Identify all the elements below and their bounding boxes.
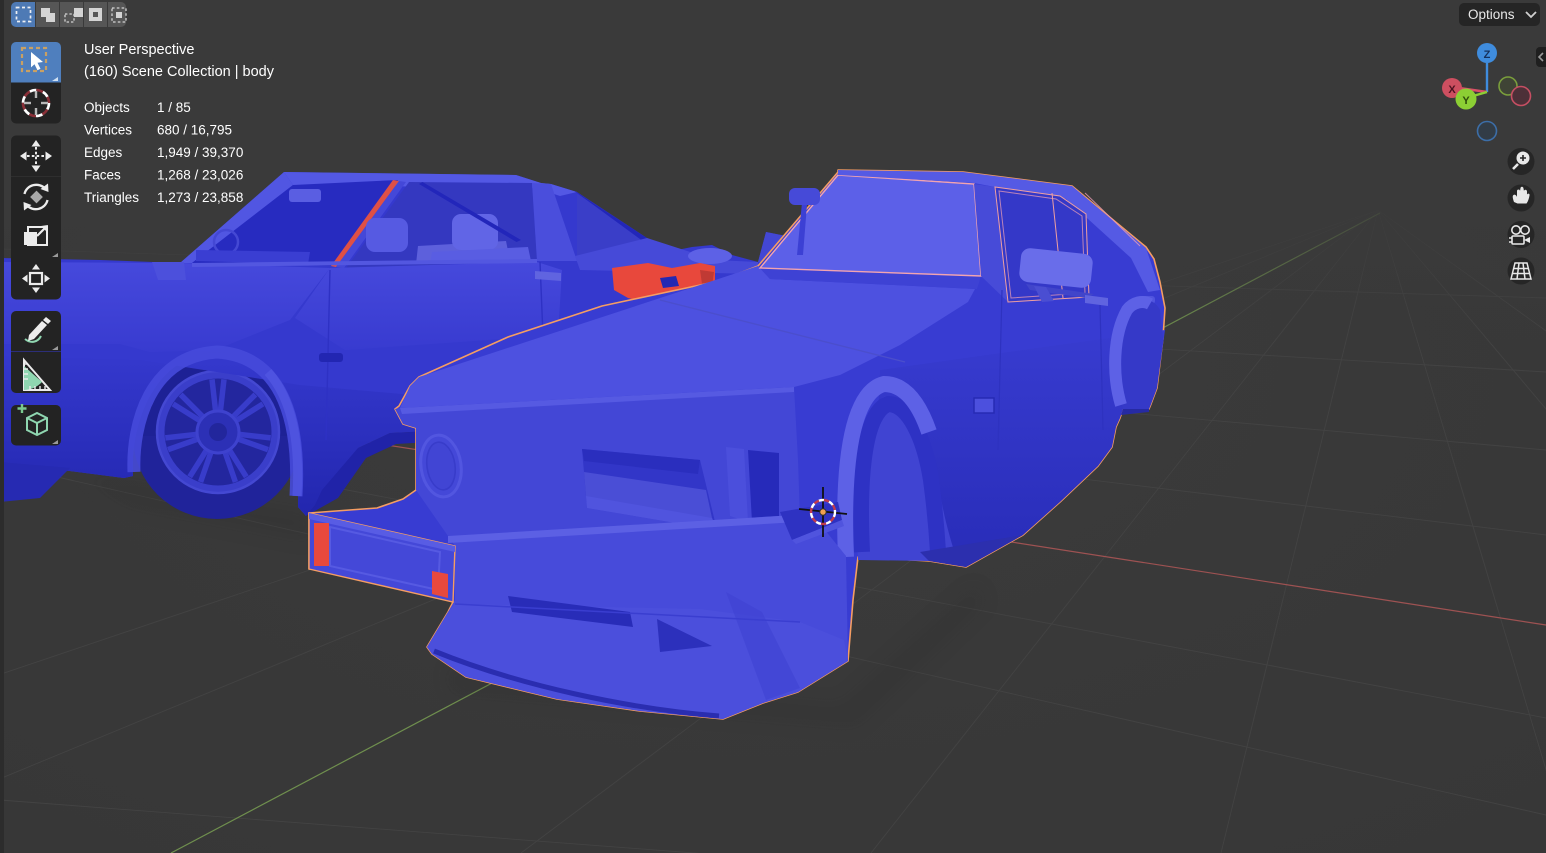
svg-text:1,273 / 23,858: 1,273 / 23,858 bbox=[157, 190, 243, 205]
svg-text:Objects: Objects bbox=[84, 100, 130, 115]
svg-text:X: X bbox=[1448, 84, 1456, 96]
svg-text:Z: Z bbox=[1484, 49, 1491, 61]
svg-text:Options: Options bbox=[1468, 7, 1515, 22]
svg-text:(160) Scene Collection | body: (160) Scene Collection | body bbox=[84, 64, 275, 80]
svg-text:680 / 16,795: 680 / 16,795 bbox=[157, 123, 232, 138]
svg-text:1,949 / 39,370: 1,949 / 39,370 bbox=[157, 145, 243, 160]
svg-text:Y: Y bbox=[1462, 95, 1470, 107]
svg-text:Triangles: Triangles bbox=[84, 190, 139, 205]
svg-text:1 / 85: 1 / 85 bbox=[157, 100, 191, 115]
svg-text:Vertices: Vertices bbox=[84, 123, 132, 138]
svg-text:User Perspective: User Perspective bbox=[84, 42, 194, 58]
svg-text:1,268 / 23,026: 1,268 / 23,026 bbox=[157, 168, 243, 183]
svg-text:Faces: Faces bbox=[84, 168, 121, 183]
svg-text:Edges: Edges bbox=[84, 145, 123, 160]
